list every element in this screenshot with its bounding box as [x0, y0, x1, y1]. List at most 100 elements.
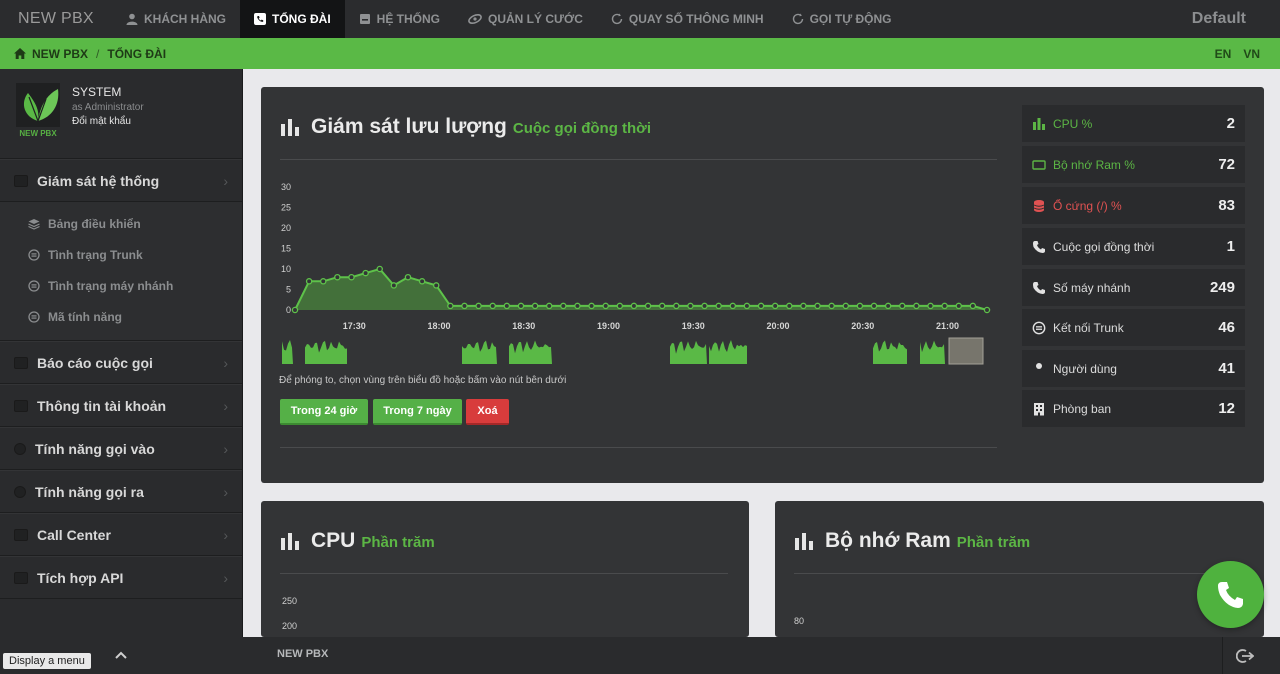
- nav-label: QUẢN LÝ CƯỚC: [488, 12, 583, 26]
- menu-giam-sat-he-thong[interactable]: Giám sát hệ thống ›: [0, 159, 242, 202]
- building-icon: [1032, 402, 1046, 416]
- data-point: [616, 302, 624, 310]
- data-point: [334, 273, 341, 281]
- sidebar-item-tinh-trang-may-nhanh[interactable]: Tình trạng máy nhánh: [0, 270, 242, 301]
- data-point: [715, 302, 722, 310]
- data-point: [856, 302, 864, 310]
- breadcrumb-home[interactable]: NEW PBX: [32, 47, 88, 61]
- last-24h-button[interactable]: Trong 24 giờ: [280, 399, 368, 425]
- menu-thong-tin-tai-khoan[interactable]: Thông tin tài khoản ›: [0, 384, 242, 427]
- tenant-selector[interactable]: Default: [1192, 0, 1280, 38]
- submenu-label: Bảng điều khiển: [48, 216, 141, 231]
- data-point: [658, 302, 666, 310]
- top-navbar: NEW PBX KHÁCH HÀNG TỔNG ĐÀI HỆ THỐNG QUẢ…: [0, 0, 1280, 38]
- stat-row: Cuộc gọi đồng thời 1: [1022, 228, 1245, 265]
- submenu-label: Tình trạng máy nhánh: [48, 278, 174, 293]
- divider: [280, 447, 997, 448]
- zoom-hint: Để phóng to, chọn vùng trên biểu đồ hoặc…: [279, 375, 567, 386]
- menu-label: Call Center: [37, 526, 111, 543]
- area-fill: [295, 269, 987, 310]
- data-point: [842, 302, 850, 310]
- data-point: [432, 282, 440, 289]
- clear-button[interactable]: Xoá: [466, 399, 509, 425]
- concurrent-calls-chart[interactable]: 0 5 10 15 20 25 30 17:30 18:00 18:30 19:00 19:30 20:…: [277, 177, 997, 372]
- lang-en[interactable]: EN: [1215, 47, 1232, 61]
- sidebar-item-bang-dieu-khien[interactable]: Bảng điều khiển: [0, 208, 242, 239]
- stat-label: Người dùng: [1053, 361, 1117, 376]
- x-tick-label: 19:30: [682, 321, 705, 331]
- home-icon[interactable]: [14, 48, 26, 59]
- stat-value: 72: [1218, 156, 1235, 173]
- chevron-right-icon: ›: [223, 354, 228, 371]
- navigator-area: [709, 340, 747, 364]
- panel-title-text: Giám sát lưu lượng: [311, 115, 507, 138]
- circle-minus-icon: [28, 310, 40, 323]
- submenu-label: Mã tính năng: [48, 309, 122, 324]
- nav-label: HỆ THỐNG: [376, 12, 441, 26]
- nav-quay-so-thong-minh[interactable]: QUAY SỐ THÔNG MINH: [597, 0, 778, 38]
- stat-value: 249: [1209, 279, 1235, 296]
- change-password-link[interactable]: Đổi mật khẩu: [72, 116, 144, 127]
- sidebar-item-tinh-trang-trunk[interactable]: Tình trạng Trunk: [0, 239, 242, 270]
- nav-he-thong[interactable]: HỆ THỐNG: [345, 0, 454, 38]
- display-menu-tooltip: Display a menu: [3, 653, 91, 669]
- menu-bao-cao-cuoc-goi[interactable]: Báo cáo cuộc gọi ›: [0, 341, 242, 384]
- logout-button[interactable]: [1222, 637, 1267, 674]
- menu-tinh-nang-goi-ra[interactable]: Tính năng gọi ra ›: [0, 470, 242, 513]
- cpu-chart[interactable]: 200 250: [277, 591, 737, 637]
- memory-icon: [1032, 158, 1046, 172]
- refresh-icon: [611, 13, 623, 25]
- bar-chart-icon: [795, 532, 813, 550]
- chevron-up-icon[interactable]: [114, 648, 128, 662]
- data-point: [955, 302, 963, 310]
- nav-khach-hang[interactable]: KHÁCH HÀNG: [112, 0, 240, 38]
- sidebar-item-ma-tinh-nang[interactable]: Mã tính năng: [0, 301, 242, 332]
- user-icon: [1032, 362, 1046, 376]
- menu-tich-hop-api[interactable]: Tích hợp API ›: [0, 556, 242, 599]
- phone-icon: [1032, 240, 1046, 254]
- lang-vn[interactable]: VN: [1243, 47, 1260, 61]
- y-tick-label: 0: [286, 305, 291, 315]
- nav-goi-tu-dong[interactable]: GỌI TỰ ĐỘNG: [778, 0, 906, 38]
- menu-label: Tính năng gọi ra: [35, 483, 144, 500]
- menu-call-center[interactable]: Call Center ›: [0, 513, 242, 556]
- data-point: [644, 302, 652, 310]
- x-tick-label: 20:00: [766, 321, 789, 331]
- circle-minus-icon: [28, 279, 40, 292]
- call-fab-button[interactable]: [1197, 561, 1264, 628]
- panel-subtitle: Phần trăm: [361, 534, 435, 551]
- brand-logo[interactable]: NEW PBX: [0, 0, 112, 38]
- stat-value: 2: [1226, 115, 1235, 132]
- x-tick-label: 20:30: [851, 321, 874, 331]
- language-switcher: EN VN: [1215, 47, 1280, 61]
- data-point: [390, 282, 398, 289]
- menu-tinh-nang-goi-vao[interactable]: Tính năng gọi vào ›: [0, 427, 242, 470]
- stat-row: Bộ nhớ Ram % 72: [1022, 146, 1245, 183]
- y-tick-label: 15: [281, 244, 291, 254]
- last-7d-button[interactable]: Trong 7 ngày: [373, 399, 462, 425]
- nav-quan-ly-cuoc[interactable]: QUẢN LÝ CƯỚC: [454, 0, 597, 38]
- y-tick-label: 10: [281, 264, 291, 274]
- data-point: [983, 306, 991, 314]
- ram-chart[interactable]: 6080: [785, 591, 1245, 637]
- data-point: [418, 278, 426, 285]
- user-profile: NEW PBX SYSTEM as Administrator Đổi mật …: [0, 69, 242, 159]
- bar-chart-icon: [281, 118, 299, 136]
- phone-icon: [1217, 581, 1243, 608]
- data-point: [531, 302, 539, 310]
- nav-tong-dai[interactable]: TỔNG ĐÀI: [240, 0, 345, 38]
- stat-value: 1: [1226, 238, 1235, 255]
- submenu-label: Tình trạng Trunk: [48, 247, 143, 262]
- panel-title-text: CPU: [311, 529, 356, 552]
- divider: [280, 573, 728, 574]
- panel-subtitle: Phần trăm: [956, 534, 1031, 551]
- data-point: [899, 302, 906, 310]
- stat-row: Số máy nhánh 249: [1022, 269, 1245, 306]
- breadcrumb-separator: /: [96, 46, 100, 61]
- y-tick-label: 200: [282, 621, 297, 631]
- sidebar: NEW PBX SYSTEM as Administrator Đổi mật …: [0, 69, 243, 637]
- folder-icon: [14, 356, 28, 369]
- x-tick-label: 19:00: [597, 321, 620, 331]
- logout-icon: [1236, 648, 1254, 663]
- data-point: [602, 302, 609, 310]
